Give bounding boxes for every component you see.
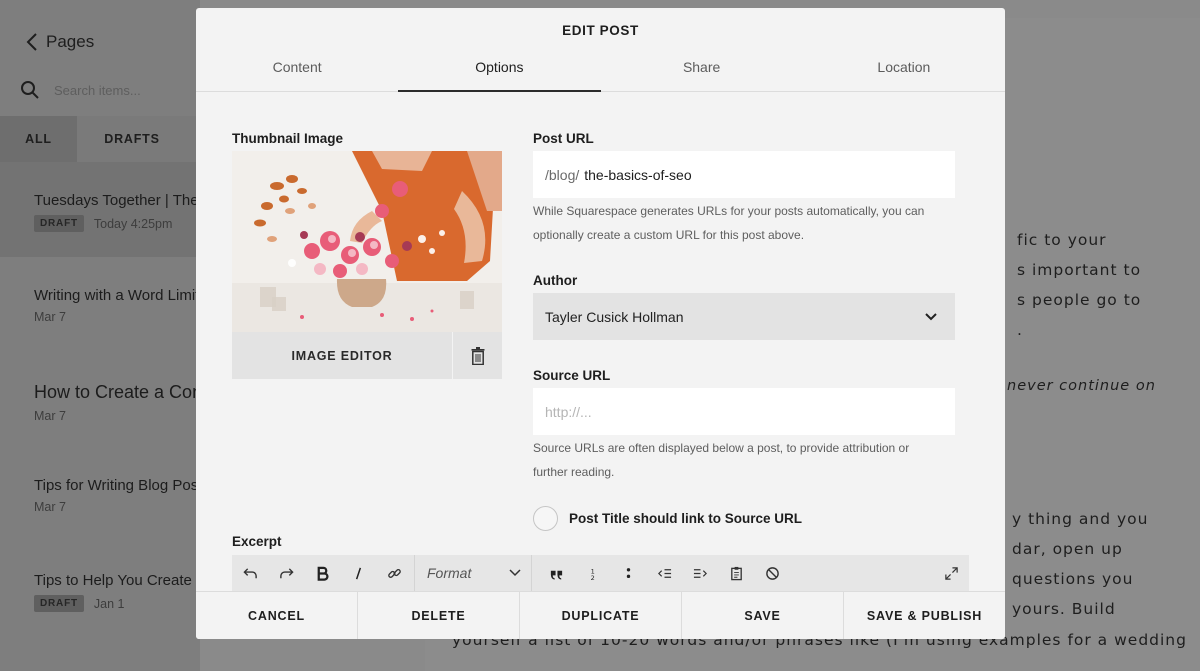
outdent-icon[interactable] [646, 555, 682, 591]
post-list: Tuesdays Together | The DRAFT Today 4:25… [0, 162, 200, 637]
post-date: Mar 7 [34, 310, 66, 324]
thumbnail-toolbar: IMAGE EDITOR [232, 332, 502, 379]
article-text: questions you [1012, 570, 1134, 588]
tab-content[interactable]: Content [196, 53, 398, 91]
chevron-left-icon [26, 33, 37, 51]
undo-icon[interactable] [232, 555, 268, 591]
post-title: Tuesdays Together | The [34, 192, 199, 209]
help-text: optionally create a custom URL for this … [533, 228, 805, 242]
indent-icon[interactable] [682, 555, 718, 591]
numbered-list-icon[interactable]: 12 [574, 555, 610, 591]
post-url-value[interactable]: the-basics-of-seo [584, 167, 691, 183]
search-bar[interactable]: Search items... [20, 80, 141, 100]
title-link-checkbox[interactable] [533, 506, 558, 531]
cancel-button[interactable]: CANCEL [196, 592, 358, 639]
floral-arrangement-image [232, 151, 502, 332]
back-label: Pages [46, 32, 95, 51]
post-title: Tips to Help You Create a [34, 572, 200, 589]
redo-icon[interactable] [268, 555, 304, 591]
article-text: never continue on [1007, 378, 1156, 394]
author-value: Tayler Cusick Hollman [545, 308, 684, 325]
tab-location[interactable]: Location [803, 53, 1005, 91]
article-text: s important to [1017, 261, 1142, 279]
article-text: dar, open up [1012, 540, 1123, 558]
back-to-pages-link[interactable]: Pages [26, 32, 94, 52]
link-icon[interactable] [376, 555, 412, 591]
filter-drafts[interactable]: DRAFTS [77, 116, 187, 162]
save-publish-button[interactable]: SAVE & PUBLISH [844, 592, 1005, 639]
duplicate-button[interactable]: DUPLICATE [520, 592, 682, 639]
article-text: s people go to [1017, 291, 1142, 309]
post-url-label: Post URL [533, 131, 594, 146]
post-date: Mar 7 [34, 500, 66, 514]
modal-title: EDIT POST [562, 23, 639, 38]
source-url-help: Source URLs are often displayed below a … [533, 436, 963, 484]
thumbnail-image[interactable] [232, 151, 502, 332]
chevron-down-icon [509, 569, 521, 577]
post-date: Mar 7 [34, 409, 66, 423]
search-icon [21, 81, 39, 99]
italic-icon[interactable] [340, 555, 376, 591]
post-date: Today 4:25pm [93, 216, 173, 231]
format-select-value: Format [427, 565, 472, 581]
excerpt-toolbar: Format 12 [232, 555, 969, 591]
chevron-down-icon [925, 312, 937, 320]
svg-text:2: 2 [590, 574, 594, 581]
help-text: While Squarespace generates URLs for you… [533, 204, 925, 218]
source-url-field[interactable] [533, 388, 955, 435]
author-select[interactable]: Tayler Cusick Hollman [533, 293, 955, 340]
delete-button[interactable]: DELETE [358, 592, 520, 639]
modal-tabs: Content Options Share Location [196, 53, 1005, 92]
list-item[interactable]: Tuesdays Together | The DRAFT Today 4:25… [0, 162, 200, 257]
bold-icon[interactable] [304, 555, 340, 591]
post-url-help: While Squarespace generates URLs for you… [533, 199, 963, 247]
list-item[interactable]: Tips to Help You Create a DRAFT Jan 1 [0, 542, 200, 637]
list-item[interactable]: How to Create a Con Mar 7 [0, 352, 200, 447]
tab-options[interactable]: Options [398, 53, 601, 92]
source-url-label: Source URL [533, 368, 611, 383]
delete-image-button[interactable] [453, 332, 502, 379]
post-url-field[interactable]: /blog/ the-basics-of-seo [533, 151, 955, 198]
thumbnail-label: Thumbnail Image [232, 131, 344, 146]
source-url-input[interactable] [545, 403, 955, 420]
image-editor-button[interactable]: IMAGE EDITOR [232, 332, 452, 379]
edit-post-modal: EDIT POST Content Options Share Location… [196, 8, 1005, 639]
filter-all[interactable]: ALL [0, 116, 77, 162]
article-text: . [1017, 321, 1023, 339]
search-input[interactable]: Search items... [54, 83, 141, 98]
author-label: Author [533, 273, 578, 288]
save-button[interactable]: SAVE [682, 592, 844, 639]
post-title: Tips for Writing Blog Posts [34, 477, 200, 494]
excerpt-label: Excerpt [232, 534, 282, 549]
title-link-label: Post Title should link to Source URL [569, 511, 803, 526]
article-text: y thing and you [1012, 510, 1149, 528]
blockquote-icon[interactable] [538, 555, 574, 591]
paste-icon[interactable] [718, 555, 754, 591]
draft-badge: DRAFT [34, 595, 84, 612]
title-link-option[interactable]: Post Title should link to Source URL [533, 506, 802, 531]
pages-sidebar: Pages Search items... ALL DRAFTS Tuesday… [0, 0, 200, 671]
list-item[interactable]: Writing with a Word Limit Mar 7 [0, 257, 200, 352]
draft-badge: DRAFT [34, 215, 84, 232]
tab-share[interactable]: Share [601, 53, 803, 91]
post-date: Jan 1 [93, 596, 125, 611]
article-text: fic to your [1017, 231, 1107, 249]
clear-format-icon[interactable] [754, 555, 790, 591]
bulleted-list-icon[interactable] [610, 555, 646, 591]
post-url-prefix: /blog/ [545, 166, 580, 183]
article-text: yours. Build [1012, 600, 1116, 618]
help-text: further reading. [533, 465, 615, 479]
trash-icon [471, 346, 484, 365]
help-text: Source URLs are often displayed below a … [533, 441, 910, 455]
modal-footer: CANCEL DELETE DUPLICATE SAVE SAVE & PUBL… [196, 591, 1005, 639]
list-item[interactable]: Tips for Writing Blog Posts Mar 7 [0, 447, 200, 542]
post-title: Writing with a Word Limit [34, 287, 200, 304]
filter-tabs: ALL DRAFTS [0, 116, 200, 162]
format-select[interactable]: Format [414, 555, 532, 591]
post-title: How to Create a Con [34, 382, 200, 402]
expand-icon[interactable] [933, 555, 969, 591]
